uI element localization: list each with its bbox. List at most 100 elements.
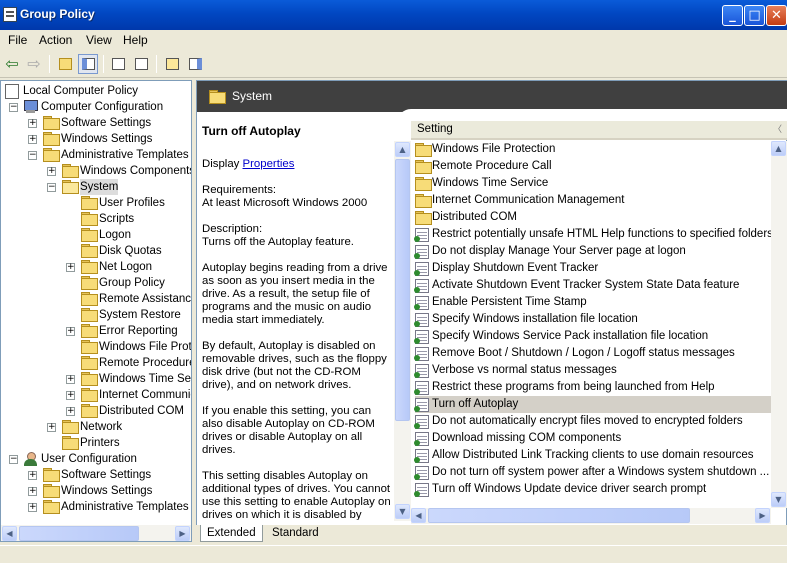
help-button[interactable]	[162, 54, 182, 74]
export-list-button[interactable]	[131, 54, 151, 74]
menu-file[interactable]: File	[8, 33, 27, 47]
tree-item[interactable]: Printers	[62, 435, 191, 451]
tree-item[interactable]: Disk Quotas	[81, 243, 191, 259]
tree-item[interactable]: Windows File Prote	[81, 339, 191, 355]
tree-item[interactable]: System Restore	[81, 307, 191, 323]
scroll-thumb[interactable]	[19, 526, 139, 541]
properties-button[interactable]	[108, 54, 128, 74]
tree-item[interactable]: Scripts	[81, 211, 191, 227]
tree-item[interactable]: Computer Configuration	[23, 99, 191, 115]
menu-help[interactable]: Help	[123, 33, 148, 47]
list-item[interactable]: Remote Procedure Call	[415, 158, 773, 175]
show-hide-tree-button[interactable]	[78, 54, 98, 74]
list-item[interactable]: Distributed COM	[415, 209, 773, 226]
expand-icon[interactable]: +	[28, 503, 37, 512]
list-item[interactable]: Do not automatically encrypt files moved…	[414, 413, 773, 430]
show-hide-action-pane-button[interactable]	[185, 54, 205, 74]
list-item[interactable]: Specify Windows installation file locati…	[414, 311, 773, 328]
tab-extended[interactable]: Extended	[200, 525, 263, 542]
expand-icon[interactable]: +	[28, 471, 37, 480]
scroll-down-button[interactable]: ▼	[771, 492, 786, 507]
expand-icon[interactable]: +	[47, 167, 56, 176]
tree-item[interactable]: User Configuration	[23, 451, 191, 467]
back-button[interactable]: ⇦	[2, 54, 22, 74]
tree-item[interactable]: Group Policy	[81, 275, 191, 291]
list-item[interactable]: Do not turn off system power after a Win…	[414, 464, 773, 481]
collapse-icon[interactable]: −	[9, 103, 18, 112]
tree-item[interactable]: Logon	[81, 227, 191, 243]
tree-item[interactable]: Distributed COM	[81, 403, 191, 419]
scroll-right-button[interactable]: ▶	[755, 508, 770, 523]
expand-icon[interactable]: +	[28, 487, 37, 496]
collapse-icon[interactable]: −	[47, 183, 56, 192]
scroll-down-button[interactable]: ▼	[395, 504, 410, 519]
expand-icon[interactable]: +	[66, 375, 75, 384]
console-tree[interactable]: Local Computer Policy − Computer Configura…	[0, 80, 192, 542]
expand-icon[interactable]: +	[66, 391, 75, 400]
tree-item[interactable]: Windows Time Serv	[81, 371, 191, 387]
list-column-header[interactable]: Setting 〈	[411, 121, 787, 140]
tree-item[interactable]: Internet Communic	[81, 387, 191, 403]
scroll-up-button[interactable]: ▲	[771, 141, 786, 156]
setting-column-header[interactable]: Setting	[417, 123, 453, 135]
tree-item[interactable]: User Profiles	[81, 195, 191, 211]
tab-standard[interactable]: Standard	[266, 525, 325, 542]
list-item[interactable]: Allow Distributed Link Tracking clients …	[414, 447, 773, 464]
maximize-button[interactable]: □	[744, 5, 765, 26]
list-item[interactable]: Display Shutdown Event Tracker	[414, 260, 773, 277]
tree-item[interactable]: Error Reporting	[81, 323, 191, 339]
list-item[interactable]: Download missing COM components	[414, 430, 773, 447]
list-item[interactable]: Remove Boot / Shutdown / Logon / Logoff …	[414, 345, 773, 362]
collapse-icon[interactable]: −	[9, 455, 18, 464]
list-item[interactable]: Enable Persistent Time Stamp	[414, 294, 773, 311]
list-horizontal-scrollbar[interactable]: ◀ ▶	[411, 508, 771, 524]
forward-button[interactable]: ⇨	[24, 54, 44, 74]
list-item[interactable]: Turn off Windows Update device driver se…	[414, 481, 773, 498]
list-item[interactable]: Verbose vs normal status messages	[414, 362, 773, 379]
tree-item[interactable]: Net Logon	[81, 259, 191, 275]
tree-item[interactable]: Software Settings	[43, 115, 191, 131]
list-vertical-scrollbar[interactable]: ▲ ▼	[771, 141, 787, 508]
expand-icon[interactable]: +	[47, 423, 56, 432]
tree-item[interactable]: Windows Settings	[43, 131, 191, 147]
list-item[interactable]: Do not display Manage Your Server page a…	[414, 243, 773, 260]
scroll-left-button[interactable]: ◀	[2, 526, 17, 541]
tree-item[interactable]: Administrative Templates	[43, 499, 191, 515]
tree-item[interactable]: Windows Settings	[43, 483, 191, 499]
expand-icon[interactable]: +	[28, 119, 37, 128]
expand-icon[interactable]: +	[66, 327, 75, 336]
menu-action[interactable]: Action	[39, 33, 72, 47]
list-item[interactable]: Windows File Protection	[415, 141, 773, 158]
list-item[interactable]: Restrict these programs from being launc…	[414, 379, 773, 396]
scroll-right-button[interactable]: ▶	[175, 526, 190, 541]
collapse-icon[interactable]: −	[28, 151, 37, 160]
tree-item[interactable]: Windows Components	[62, 163, 191, 179]
scroll-thumb[interactable]	[428, 508, 690, 523]
tree-item[interactable]: Remote Procedure	[81, 355, 191, 371]
tree-item[interactable]: Network	[62, 419, 191, 435]
expand-icon[interactable]: +	[28, 135, 37, 144]
list-item[interactable]: Windows Time Service	[415, 175, 773, 192]
list-item[interactable]: Restrict potentially unsafe HTML Help fu…	[414, 226, 773, 243]
menu-view[interactable]: View	[86, 33, 112, 47]
minimize-button[interactable]: _	[722, 5, 743, 26]
tree-item[interactable]: Administrative Templates	[43, 147, 191, 163]
properties-link[interactable]: Properties	[243, 158, 295, 170]
scroll-up-button[interactable]: ▲	[395, 142, 410, 157]
expand-icon[interactable]: +	[66, 263, 75, 272]
tree-horizontal-scrollbar[interactable]: ◀ ▶	[1, 525, 191, 541]
description-scrollbar[interactable]: ▲ ▼	[394, 141, 411, 521]
close-button[interactable]: ✕	[766, 5, 787, 26]
list-item[interactable]: Internet Communication Management	[415, 192, 773, 209]
tree-item[interactable]: Remote Assistance	[81, 291, 191, 307]
tree-item[interactable]: Local Computer Policy	[5, 83, 191, 99]
scroll-thumb[interactable]	[395, 159, 410, 421]
list-item[interactable]: Activate Shutdown Event Tracker System S…	[414, 277, 773, 294]
list-item[interactable]: Specify Windows Service Pack installatio…	[414, 328, 773, 345]
tree-item[interactable]: Software Settings	[43, 467, 191, 483]
list-item[interactable]: Turn off Autoplay	[414, 396, 773, 413]
up-one-level-button[interactable]	[55, 54, 75, 74]
expand-icon[interactable]: +	[66, 407, 75, 416]
scroll-left-button[interactable]: ◀	[411, 508, 426, 523]
tree-item[interactable]: System	[62, 179, 191, 195]
